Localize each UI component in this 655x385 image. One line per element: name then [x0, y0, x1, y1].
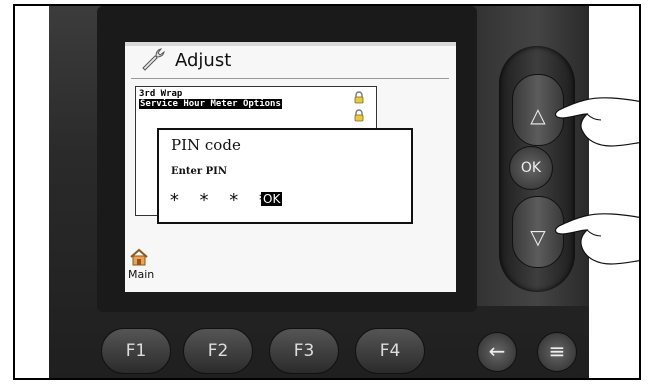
function-key-bar: F1 F2 F3 F4 ← ≡ — [101, 328, 591, 378]
figure-frame: Adjust 3rd Wrap Service Hour Meter Optio… — [13, 4, 641, 380]
back-arrow-icon[interactable]: ← — [477, 332, 517, 372]
screen-topline — [125, 42, 456, 46]
f3-button[interactable]: F3 — [269, 328, 339, 374]
ok-hardware-button[interactable]: OK — [509, 146, 553, 190]
home-label: Main — [128, 268, 155, 281]
f1-button[interactable]: F1 — [101, 328, 171, 374]
page-title: Adjust — [175, 50, 232, 71]
padlock-icon — [354, 91, 364, 104]
list-item[interactable]: 3rd Wrap — [139, 89, 182, 99]
f2-button[interactable]: F2 — [183, 328, 253, 374]
pointing-hand-icon — [554, 97, 639, 147]
pin-label: Enter PIN — [171, 166, 227, 177]
f4-button[interactable]: F4 — [355, 328, 425, 374]
dialog-title: PIN code — [171, 136, 241, 154]
title-divider — [131, 78, 449, 79]
menu-icon[interactable]: ≡ — [537, 332, 577, 372]
display-screen: Adjust 3rd Wrap Service Hour Meter Optio… — [125, 42, 456, 292]
pointing-hand-icon — [554, 213, 639, 265]
wrench-icon — [142, 48, 165, 71]
pin-input[interactable]: * * * * — [169, 190, 273, 211]
pin-dialog: PIN code Enter PIN * * * * OK — [157, 128, 413, 224]
padlock-icon — [354, 109, 364, 122]
ok-button[interactable]: OK — [261, 192, 283, 206]
home-icon[interactable] — [129, 248, 149, 266]
list-item-selected[interactable]: Service Hour Meter Options — [139, 99, 282, 109]
